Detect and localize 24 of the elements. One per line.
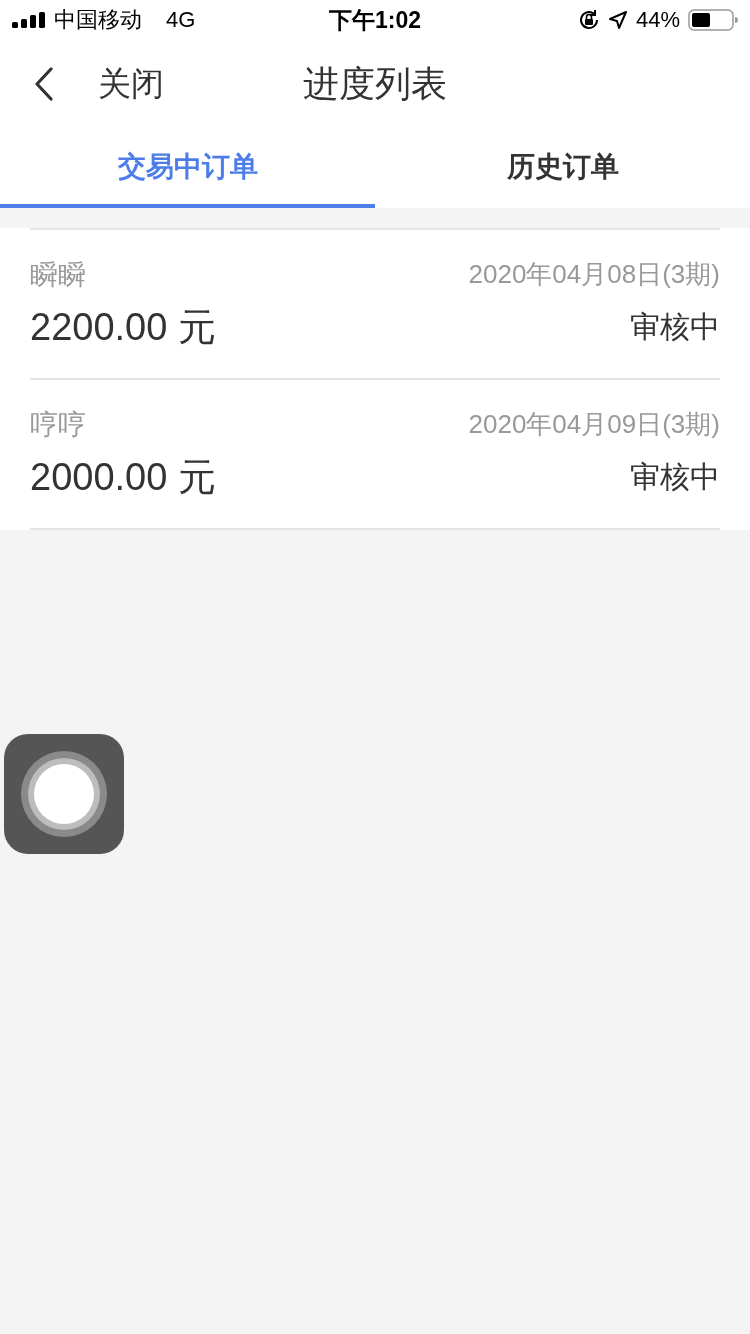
close-button[interactable]: 关闭 [98,61,164,107]
page-title: 进度列表 [303,61,447,106]
battery-icon [688,9,738,31]
order-name: 哼哼 [30,407,86,442]
order-amount: 2000.00 元 [30,454,216,500]
network-type: 4G [166,7,196,33]
chevron-left-icon [34,67,54,101]
tab[interactable]: 交易中订单 [0,128,375,208]
status-time: 下午1:02 [329,5,421,35]
order-status: 审核中 [630,308,720,345]
rotation-lock-icon [577,9,600,31]
signal-icon [12,12,46,28]
assistive-touch-button[interactable] [4,734,124,854]
carrier-name: 中国移动 [54,6,142,34]
order-status: 审核中 [630,458,720,495]
location-arrow-icon [607,10,628,30]
order-amount: 2200.00 元 [30,304,216,350]
battery-percent: 44% [635,7,680,33]
back-button[interactable] [34,67,54,101]
order-date: 2020年04月08日(3期) [468,258,720,291]
order-date: 2020年04月09日(3期) [468,408,720,441]
home-circle-icon [20,750,108,838]
order-name: 瞬瞬 [30,257,86,292]
tab[interactable]: 历史订单 [375,128,750,208]
